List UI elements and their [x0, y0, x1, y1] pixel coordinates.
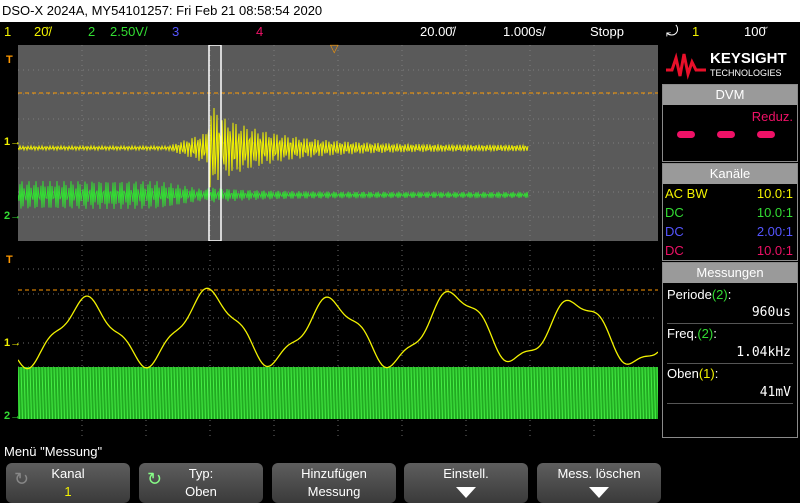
ch2-overview-trace [18, 180, 529, 210]
ch2-ground-marker-top[interactable]: 2→ [4, 210, 21, 222]
trigger-marker-bottom[interactable]: T [6, 254, 13, 266]
dvm-dash-1 [677, 131, 695, 138]
ch4-number[interactable]: 4 [256, 22, 263, 42]
ch4-coupling: DC [665, 243, 684, 258]
ch1-scale[interactable]: 20̆/ [34, 22, 52, 42]
softkey-add-measurement[interactable]: Hinzufügen Messung [272, 463, 396, 503]
run-state[interactable]: Stopp [590, 22, 624, 42]
ch2-number[interactable]: 2 [88, 22, 95, 42]
softkey-type[interactable]: ↻ Typ: Oben [139, 463, 263, 503]
arrow-down-icon [589, 487, 609, 498]
ch3-coupling: DC [665, 224, 684, 239]
measurement-1-value: 960us [751, 305, 791, 320]
ch2-probe-ratio: 10.0:1 [756, 205, 793, 220]
softkey-settings[interactable]: Einstell. [404, 463, 528, 503]
ch2-ground-marker-bottom[interactable]: 2→ [4, 410, 21, 422]
channels-box[interactable]: Kanäle AC BW 10.0:1 DC 10.0:1 DC 2.00:1 … [662, 163, 798, 261]
trigger-marker-top[interactable]: T [6, 54, 13, 66]
dvm-header: DVM [663, 85, 797, 105]
measurements-header: Messungen [663, 263, 797, 283]
softkey-channel[interactable]: ↻ Kanal 1 [6, 463, 130, 503]
keysight-wave-icon [666, 52, 706, 80]
time-base[interactable]: 1.000s/ [503, 22, 546, 42]
ch1-number[interactable]: 1 [4, 22, 11, 42]
status-bar: 1 20̆/ 2 2.50V/ 3 4 20.00̆/ 1.000s/ Stop… [0, 22, 800, 42]
channels-header: Kanäle [663, 164, 797, 184]
keysight-logo: KEYSIGHT TECHNOLOGIES [662, 44, 798, 84]
time-offset[interactable]: 20.00̆/ [420, 22, 456, 42]
trigger-channel[interactable]: 1 [692, 22, 699, 42]
dvm-mode: Reduz. [751, 109, 793, 124]
softkey-bar: ↻ Kanal 1 ↻ Typ: Oben Hinzufügen Messung… [0, 461, 800, 503]
trigger-icon: ⤾ [666, 23, 679, 40]
ch3-number[interactable]: 3 [172, 22, 179, 42]
measurements-box[interactable]: Messungen Periode(2): 960us Freq.(2): 1.… [662, 262, 798, 438]
measurement-3-label: Oben(1): [667, 366, 719, 381]
trigger-level[interactable]: 100̆ [744, 22, 766, 42]
ch1-coupling: AC BW [665, 186, 708, 201]
measurement-2-label: Freq.(2): [667, 326, 717, 341]
ch1-ground-marker-top[interactable]: 1→ [4, 136, 21, 148]
ch1-ground-marker-bottom[interactable]: 1→ [4, 337, 21, 349]
menu-title: Menü "Messung" [4, 444, 103, 459]
zoom-pane[interactable] [18, 245, 658, 440]
overview-pane[interactable] [18, 45, 658, 241]
dvm-box[interactable]: DVM Reduz. [662, 84, 798, 162]
ch2-scale[interactable]: 2.50V/ [110, 22, 148, 42]
measurement-3-value: 41mV [759, 385, 791, 400]
measurement-2-value: 1.04kHz [736, 345, 791, 360]
trigger-position-icon: ▽ [330, 43, 339, 55]
brand-name: KEYSIGHT [710, 50, 787, 67]
softkey-clear-measurement[interactable]: Mess. löschen [537, 463, 661, 503]
waveform-display[interactable]: T 1→ 2→ T 1→ 2→ ▽ [0, 42, 660, 442]
brand-subtitle: TECHNOLOGIES [710, 68, 782, 78]
ch2-coupling: DC [665, 205, 684, 220]
dvm-dash-3 [757, 131, 775, 138]
ch1-overview-trace [18, 107, 529, 188]
side-panel: KEYSIGHT TECHNOLOGIES DVM Reduz. Kanäle … [660, 42, 800, 442]
ch4-probe-ratio: 10.0:1 [756, 243, 793, 258]
ch1-probe-ratio: 10.0:1 [756, 186, 793, 201]
dvm-dash-2 [717, 131, 735, 138]
ch3-probe-ratio: 2.00:1 [756, 224, 793, 239]
arrow-down-icon [456, 487, 476, 498]
measurement-1-label: Periode(2): [667, 287, 732, 302]
window-title: DSO-X 2024A, MY54101257: Fri Feb 21 08:5… [0, 0, 800, 22]
